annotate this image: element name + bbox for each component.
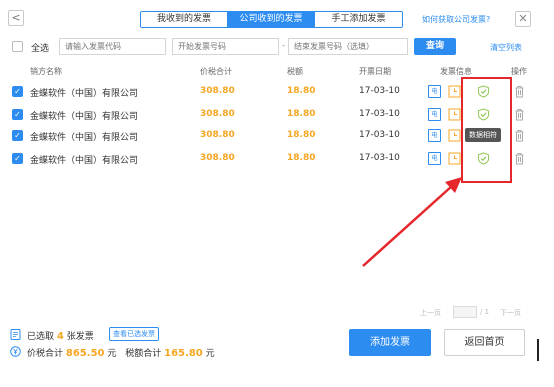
document-icon [10,329,21,340]
footer-bar: 已选取 4 张发票 查看已选发票 价税合计 865.50 元 税额合计 165.… [0,322,554,387]
tax-label: 税额合计 [125,349,162,359]
next-page-button[interactable]: 下一页 [500,308,530,318]
selected-prefix: 已选取 [27,332,55,342]
prev-page-button[interactable]: 上一页 [420,308,450,318]
selected-summary: 已选取 4 张发票 [27,329,94,342]
text-cursor [537,339,539,361]
summary-total-amount: 865.50 [65,348,105,359]
page-total: / 1 [480,308,490,316]
view-selected-button[interactable]: 查看已选发票 [109,327,159,341]
yen-coin-icon [10,346,21,357]
selected-count: 4 [56,331,64,342]
tax-unit: 元 [205,349,215,359]
summary-tax-amount: 165.80 [164,348,203,359]
total-unit: 元 [107,349,117,359]
total-label: 价税合计 [27,349,64,359]
return-home-button[interactable]: 返回首页 [444,329,525,356]
selected-suffix: 张发票 [66,332,94,342]
add-invoice-button[interactable]: 添加发票 [349,329,431,356]
page-number-input[interactable] [453,306,477,318]
amount-summary: 价税合计 865.50 元 税额合计 165.80 元 [27,346,215,359]
